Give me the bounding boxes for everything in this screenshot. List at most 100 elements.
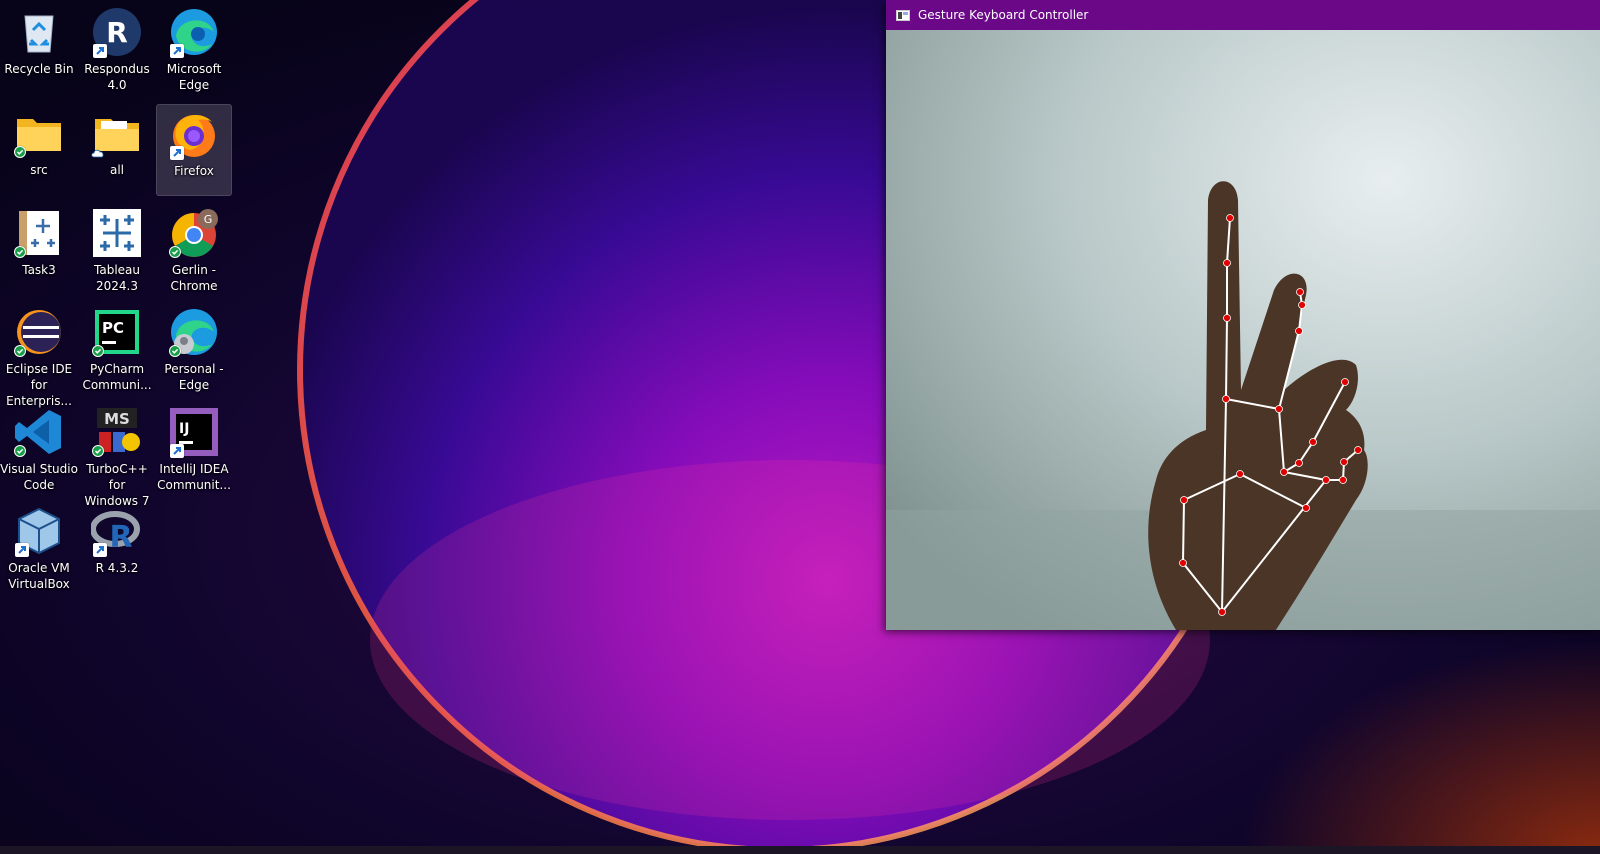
svg-text:R: R <box>109 520 132 555</box>
desktop-icon-respondus[interactable]: R Respondus 4.0 <box>79 3 155 95</box>
icon-label: Microsoft Edge <box>166 62 222 92</box>
sync-check-icon <box>14 146 26 158</box>
landmark-connection <box>1225 317 1228 400</box>
eclipse-icon <box>13 306 65 358</box>
icon-label: IntelliJ IDEA Communit... <box>157 462 231 492</box>
landmark-connection <box>1182 499 1185 564</box>
desktop-icon-intellij[interactable]: IJ IntelliJ IDEA Communit... <box>156 403 232 495</box>
folder-icon <box>91 107 143 159</box>
landmark-point <box>1275 405 1283 413</box>
landmark-point <box>1226 214 1234 222</box>
tableau-icon <box>91 207 143 259</box>
landmark-point <box>1236 470 1244 478</box>
landmark-point <box>1179 559 1187 567</box>
sync-check-icon <box>14 445 26 457</box>
desktop-icon-task3[interactable]: Task3 <box>1 204 77 296</box>
desktop-icon-tableau[interactable]: Tableau 2024.3 <box>79 204 155 296</box>
sync-check-icon <box>14 246 26 258</box>
window-titlebar[interactable]: Gesture Keyboard Controller <box>886 0 1600 30</box>
pycharm-icon: PC <box>91 306 143 358</box>
chrome-profile-icon: G <box>168 207 220 259</box>
landmark-point <box>1309 438 1317 446</box>
desktop-icon-all[interactable]: all <box>79 104 155 196</box>
shortcut-arrow-icon <box>170 146 184 160</box>
desktop-icon-eclipse[interactable]: Eclipse IDE for Enterpris... <box>1 303 77 408</box>
icon-label: R 4.3.2 <box>95 561 139 575</box>
icon-label: Personal - Edge <box>164 362 224 392</box>
icon-label: Tableau 2024.3 <box>94 263 140 293</box>
shortcut-arrow-icon <box>170 44 184 58</box>
landmark-point <box>1223 259 1231 267</box>
desktop-icon-pycharm[interactable]: PC PyCharm Communi... <box>79 303 155 395</box>
desktop-icon-microsoft-edge[interactable]: Microsoft Edge <box>156 3 232 95</box>
recycle-bin-icon <box>13 6 65 58</box>
tableau-workbook-icon <box>13 207 65 259</box>
icon-label: Recycle Bin <box>4 62 74 76</box>
vscode-icon <box>13 406 65 458</box>
desktop-icon-src[interactable]: src <box>1 104 77 196</box>
intellij-icon: IJ <box>168 406 220 458</box>
desktop-icon-virtualbox[interactable]: Oracle VM VirtualBox <box>1 502 77 594</box>
desktop-icon-turbocpp[interactable]: MS TurboC++ for Windows 7 <box>79 403 155 508</box>
pycharm-badge: PC <box>102 319 124 337</box>
shortcut-arrow-icon <box>93 543 107 557</box>
icon-label: src <box>30 163 48 177</box>
desktop-icon-recycle-bin[interactable]: Recycle Bin <box>1 3 77 95</box>
edge-profile-icon <box>168 306 220 358</box>
landmark-point <box>1223 314 1231 322</box>
landmark-point <box>1296 288 1304 296</box>
icon-label: Eclipse IDE for Enterpris... <box>5 362 73 408</box>
sync-check-icon <box>14 345 26 357</box>
landmark-point <box>1218 608 1226 616</box>
landmark-point <box>1302 504 1310 512</box>
window-app-icon <box>896 9 910 21</box>
icon-label: Task3 <box>22 263 56 277</box>
sync-check-icon <box>92 445 104 457</box>
gesture-keyboard-window[interactable]: Gesture Keyboard Controller <box>886 0 1600 630</box>
respondus-icon: R <box>91 6 143 58</box>
sync-check-icon <box>169 345 181 357</box>
icon-label: Oracle VM VirtualBox <box>8 561 70 591</box>
landmark-point <box>1180 496 1188 504</box>
firefox-icon <box>168 108 220 160</box>
desktop-icon-gerlin-chrome[interactable]: G Gerlin - Chrome <box>156 204 232 296</box>
folder-icon <box>13 107 65 159</box>
camera-feed <box>886 30 1600 630</box>
icon-label: Firefox <box>174 164 214 178</box>
landmark-point <box>1354 446 1362 454</box>
turbocpp-badge: MS <box>104 410 130 428</box>
sync-check-icon <box>92 345 104 357</box>
cloud-icon <box>91 149 105 158</box>
r-icon: R <box>91 505 143 557</box>
landmark-point <box>1298 301 1306 309</box>
landmark-point <box>1280 468 1288 476</box>
icon-label: all <box>109 163 125 177</box>
shortcut-arrow-icon <box>93 44 107 58</box>
icon-label: Visual Studio Code <box>0 462 78 492</box>
landmark-point <box>1295 459 1303 467</box>
window-title: Gesture Keyboard Controller <box>918 8 1089 22</box>
desktop-icon-firefox[interactable]: Firefox <box>156 104 232 196</box>
icon-label: PyCharm Communi... <box>82 362 152 392</box>
webcam-frame <box>886 30 1600 630</box>
desktop-icon-personal-edge[interactable]: Personal - Edge <box>156 303 232 395</box>
landmark-point <box>1222 395 1230 403</box>
shortcut-arrow-icon <box>170 444 184 458</box>
sync-check-icon <box>169 246 181 258</box>
icon-label: Gerlin - Chrome <box>170 263 218 293</box>
turbocpp-icon: MS <box>91 406 143 458</box>
landmark-point <box>1339 476 1347 484</box>
shortcut-arrow-icon <box>15 543 29 557</box>
intellij-badge: IJ <box>179 421 189 437</box>
svg-text:R: R <box>106 16 128 49</box>
edge-icon <box>168 6 220 58</box>
taskbar-edge <box>0 846 1600 854</box>
desktop-icon-r[interactable]: R R 4.3.2 <box>79 502 155 594</box>
desktop-icon-vscode[interactable]: Visual Studio Code <box>0 403 78 495</box>
icon-label: Respondus 4.0 <box>84 62 150 92</box>
landmark-point <box>1322 476 1330 484</box>
landmark-point <box>1295 327 1303 335</box>
virtualbox-icon <box>13 505 65 557</box>
profile-badge: G <box>204 213 213 226</box>
landmark-point <box>1340 458 1348 466</box>
